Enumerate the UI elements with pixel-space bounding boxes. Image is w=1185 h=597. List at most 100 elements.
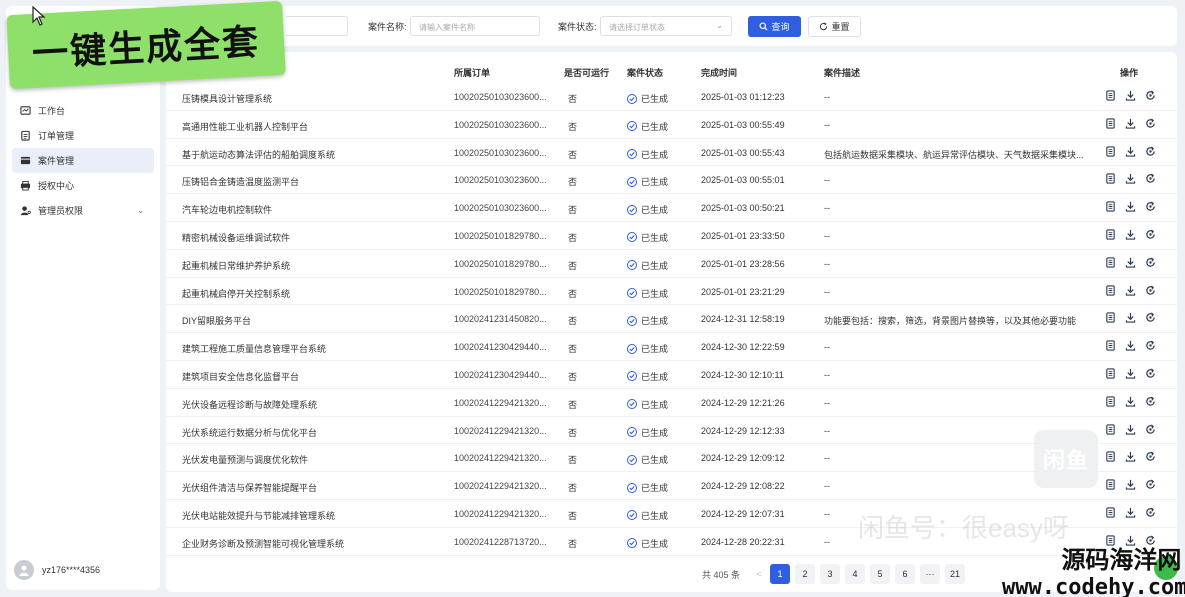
regenerate-icon[interactable]: [1144, 200, 1157, 213]
runnable-flag: 否: [568, 455, 578, 466]
runnable-flag: 否: [568, 427, 578, 438]
download-icon[interactable]: [1124, 339, 1137, 352]
check-circle-icon: [627, 121, 637, 132]
document-icon[interactable]: [1104, 450, 1117, 463]
regenerate-icon[interactable]: [1144, 478, 1157, 491]
regenerate-icon[interactable]: [1144, 339, 1157, 352]
download-icon[interactable]: [1124, 228, 1137, 241]
document-icon[interactable]: [1104, 478, 1117, 491]
document-icon[interactable]: [1104, 89, 1117, 102]
document-icon[interactable]: [1104, 423, 1117, 436]
document-icon[interactable]: [1104, 228, 1117, 241]
download-icon[interactable]: [1124, 89, 1137, 102]
download-icon[interactable]: [1124, 284, 1137, 297]
sidebar-item-auth-center[interactable]: 授权中心: [12, 173, 154, 198]
completion-time: 2024-12-29 12:09:12: [701, 453, 785, 464]
document-icon[interactable]: [1104, 200, 1117, 213]
document-icon[interactable]: [1104, 256, 1117, 269]
download-icon[interactable]: [1124, 145, 1137, 158]
case-description: --: [824, 230, 830, 241]
document-icon[interactable]: [1104, 367, 1117, 380]
check-circle-icon: [627, 538, 637, 549]
case-status-label: 已生成: [641, 399, 669, 410]
download-icon[interactable]: [1124, 450, 1137, 463]
download-icon[interactable]: [1124, 478, 1137, 491]
pagination-ellipsis[interactable]: ···: [920, 564, 941, 584]
download-icon[interactable]: [1124, 395, 1137, 408]
row-actions: [1104, 172, 1157, 185]
sidebar-item-orders[interactable]: 订单管理: [12, 123, 154, 148]
regenerate-icon[interactable]: [1144, 450, 1157, 463]
case-description: --: [824, 258, 830, 269]
header-desc: 案件描述: [824, 68, 861, 78]
document-icon[interactable]: [1104, 117, 1117, 130]
download-icon[interactable]: [1124, 256, 1137, 269]
case-name-input[interactable]: 请输入案件名称: [410, 16, 540, 36]
pagination-page[interactable]: 2: [795, 564, 816, 584]
regenerate-icon[interactable]: [1144, 395, 1157, 408]
case-status-label: 已生成: [641, 344, 669, 355]
regenerate-icon[interactable]: [1144, 311, 1157, 324]
download-icon[interactable]: [1124, 200, 1137, 213]
regenerate-icon[interactable]: [1144, 228, 1157, 241]
regenerate-icon[interactable]: [1144, 506, 1157, 519]
document-icon[interactable]: [1104, 506, 1117, 519]
pagination-page[interactable]: 4: [845, 564, 866, 584]
case-status: 已生成: [627, 203, 668, 216]
regenerate-icon[interactable]: [1144, 117, 1157, 130]
download-icon[interactable]: [1124, 506, 1137, 519]
document-icon[interactable]: [1104, 145, 1117, 158]
case-name: 光伏组件清洁与保养智能提醒平台: [182, 483, 318, 494]
case-description: --: [824, 175, 830, 186]
pagination-page[interactable]: 3: [820, 564, 841, 584]
document-icon[interactable]: [1104, 172, 1117, 185]
case-status: 已生成: [627, 509, 668, 522]
document-icon[interactable]: [1104, 284, 1117, 297]
case-status-label: 已生成: [641, 510, 669, 521]
download-icon[interactable]: [1124, 117, 1137, 130]
regenerate-icon[interactable]: [1144, 423, 1157, 436]
case-status: 已生成: [627, 120, 668, 133]
row-actions: [1104, 339, 1157, 352]
sidebar-item-admin-permissions[interactable]: 管理员权限 ⌄: [12, 198, 154, 223]
case-status: 已生成: [627, 259, 668, 272]
avatar: [14, 560, 34, 580]
pagination-page[interactable]: 1: [770, 564, 791, 584]
runnable-flag: 否: [568, 94, 578, 104]
reset-button[interactable]: 重置: [808, 16, 861, 37]
download-icon[interactable]: [1124, 311, 1137, 324]
check-circle-icon: [627, 343, 637, 354]
case-status-label: 已生成: [641, 427, 669, 438]
runnable-flag: 否: [568, 371, 578, 382]
sidebar-item-dashboard[interactable]: 工作台: [12, 98, 154, 123]
search-button[interactable]: 查询: [748, 16, 801, 37]
download-icon[interactable]: [1124, 172, 1137, 185]
document-icon[interactable]: [1104, 339, 1117, 352]
regenerate-icon[interactable]: [1144, 367, 1157, 380]
user-name: yz176****4356: [42, 565, 101, 575]
completion-time: 2025-01-03 00:55:49: [701, 119, 785, 130]
sidebar-item-cases[interactable]: 案件管理: [12, 148, 154, 173]
download-icon[interactable]: [1124, 367, 1137, 380]
download-icon[interactable]: [1124, 423, 1137, 436]
regenerate-icon[interactable]: [1144, 89, 1157, 102]
sidebar-item-label: 工作台: [38, 106, 66, 116]
case-status: 已生成: [627, 453, 668, 466]
check-circle-icon: [627, 399, 637, 410]
regenerate-icon[interactable]: [1144, 256, 1157, 269]
regenerate-icon[interactable]: [1144, 145, 1157, 158]
check-circle-icon: [627, 93, 637, 104]
document-icon[interactable]: [1104, 311, 1117, 324]
case-id-input[interactable]: [286, 16, 348, 36]
user-profile[interactable]: yz176****4356: [14, 560, 100, 580]
regenerate-icon[interactable]: [1144, 284, 1157, 297]
pagination-page[interactable]: 21: [945, 564, 966, 584]
case-status-select[interactable]: 请选择订单状态 ⌄: [600, 16, 732, 36]
document-icon[interactable]: [1104, 395, 1117, 408]
pagination-page[interactable]: 6: [895, 564, 916, 584]
table-row: 起重机械启停开关控制系统 10020250101829780... 否 已生成 2025…: [166, 278, 1177, 306]
pagination-page[interactable]: 5: [870, 564, 891, 584]
pagination-prev[interactable]: <: [753, 564, 765, 584]
regenerate-icon[interactable]: [1144, 172, 1157, 185]
case-description: --: [824, 119, 830, 130]
